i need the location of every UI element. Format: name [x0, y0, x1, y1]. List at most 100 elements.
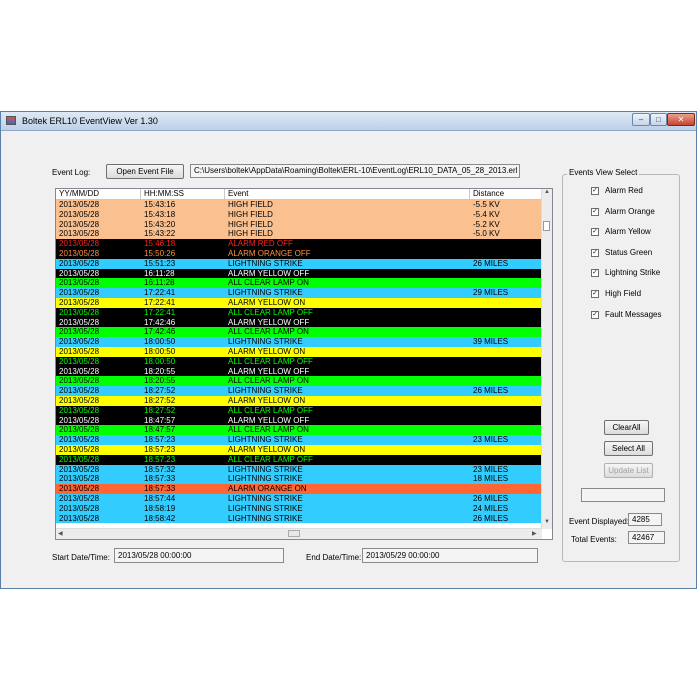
table-row[interactable]: 2013/05/28 15:43:20 HIGH FIELD -5.2 KV	[56, 219, 542, 230]
row-event: LIGHTNING STRIKE	[228, 337, 303, 347]
event-filter-label[interactable]: High Field	[605, 289, 641, 298]
scroll-left-icon[interactable]: ◀	[58, 530, 63, 537]
table-row[interactable]: 2013/05/28 15:46:18 ALARM RED OFF	[56, 239, 542, 249]
vertical-scroll-thumb[interactable]	[543, 221, 550, 231]
table-row[interactable]: 2013/05/28 15:43:18 HIGH FIELD -5.4 KV	[56, 209, 542, 220]
select-all-button[interactable]: Select All	[604, 441, 653, 456]
table-row[interactable]: 2013/05/28 18:00:50 ALL CLEAR LAMP OFF	[56, 356, 542, 367]
table-row[interactable]: 2013/05/28 18:58:19 LIGHTNING STRIKE 24 MIL…	[56, 503, 542, 514]
column-header-time[interactable]: HH:MM:SS	[141, 189, 225, 199]
clear-all-button[interactable]: ClearAll	[604, 420, 649, 435]
row-event: ALL CLEAR LAMP ON	[228, 327, 309, 337]
row-event: ALARM YELLOW OFF	[228, 366, 310, 376]
row-event: ALARM RED OFF	[228, 239, 293, 249]
table-row[interactable]: 2013/05/28 18:47:57 ALARM YELLOW OFF	[56, 415, 542, 426]
event-filter-label[interactable]: Alarm Yellow	[605, 227, 651, 236]
event-filter-label[interactable]: Alarm Red	[605, 186, 643, 195]
event-list[interactable]: YY/MM/DD HH:MM:SS Event Distance 2013/05…	[55, 188, 553, 540]
row-event: ALARM ORANGE ON	[228, 484, 307, 494]
row-event: LIGHTNING STRIKE	[228, 513, 303, 523]
scroll-up-icon[interactable]: ▲	[544, 189, 550, 195]
table-row[interactable]: 2013/05/28 16:11:28 ALARM YELLOW OFF	[56, 268, 542, 279]
start-datetime-field[interactable]: 2013/05/28 00:00:00	[114, 548, 284, 563]
close-icon[interactable]: ✕	[667, 113, 695, 126]
row-date: 2013/05/28	[59, 317, 100, 327]
table-row[interactable]: 2013/05/28 18:57:32 LIGHTNING STRIKE 23 MIL…	[56, 464, 542, 475]
row-distance: 18 MILES	[473, 474, 509, 484]
table-row[interactable]: 2013/05/28 18:20:55 ALARM YELLOW OFF	[56, 366, 542, 377]
table-row[interactable]: 2013/05/28 15:50:26 ALARM ORANGE OFF	[56, 249, 542, 259]
row-event: ALL CLEAR LAMP ON	[228, 376, 309, 386]
table-row[interactable]: 2013/05/28 17:42:46 ALL CLEAR LAMP ON	[56, 327, 542, 338]
row-time: 18:20:55	[144, 376, 176, 386]
row-date: 2013/05/28	[59, 307, 100, 317]
event-filter-checkbox[interactable]: ✓	[591, 310, 599, 319]
column-header-date[interactable]: YY/MM/DD	[56, 189, 141, 199]
vertical-scrollbar[interactable]: ▲ ▼	[541, 189, 552, 529]
event-filter-checkbox[interactable]: ✓	[591, 290, 599, 298]
event-filter-checkbox[interactable]: ✓	[591, 187, 599, 195]
row-date: 2013/05/28	[59, 454, 100, 464]
scroll-right-icon[interactable]: ▶	[532, 530, 537, 537]
horizontal-scrollbar[interactable]: ◀ ▶	[56, 528, 542, 539]
table-row[interactable]: 2013/05/28 18:27:52 ALARM YELLOW ON	[56, 396, 542, 406]
event-filter-checkbox[interactable]: ✓	[591, 269, 599, 278]
event-filter-label[interactable]: Fault Messages	[605, 310, 661, 319]
table-row[interactable]: 2013/05/28 18:27:52 ALL CLEAR LAMP OFF	[56, 405, 542, 416]
event-filter-checkbox[interactable]: ✓	[591, 228, 599, 237]
row-date: 2013/05/28	[59, 249, 100, 258]
table-row[interactable]: 2013/05/28 17:42:46 ALARM YELLOW OFF	[56, 317, 542, 328]
open-event-file-button[interactable]: Open Event File	[106, 164, 184, 179]
table-row[interactable]: 2013/05/28 18:58:42 LIGHTNING STRIKE 26 MIL…	[56, 513, 542, 524]
table-row[interactable]: 2013/05/28 18:00:50 ALARM YELLOW ON	[56, 347, 542, 357]
row-time: 17:22:41	[144, 307, 176, 317]
table-row[interactable]: 2013/05/28 18:57:23 ALL CLEAR LAMP OFF	[56, 454, 542, 465]
scroll-down-icon[interactable]: ▼	[544, 519, 550, 525]
table-row[interactable]: 2013/05/28 18:57:23 ALARM YELLOW ON	[56, 445, 542, 455]
table-row[interactable]: 2013/05/28 18:27:52 LIGHTNING STRIKE 26 MIL…	[56, 386, 542, 396]
table-row[interactable]: 2013/05/28 17:22:41 ALARM YELLOW ON	[56, 298, 542, 308]
events-displayed-label: Event Displayed:	[569, 517, 630, 526]
row-time: 15:43:16	[144, 200, 176, 209]
file-path-field[interactable]: C:\Users\boltek\AppData\Roaming\Boltek\E…	[190, 164, 520, 178]
table-row[interactable]: 2013/05/28 18:20:55 ALL CLEAR LAMP ON	[56, 376, 542, 387]
maximize-icon[interactable]: □	[650, 113, 667, 126]
table-row[interactable]: 2013/05/28 18:57:33 ALARM ORANGE ON	[56, 484, 542, 494]
end-datetime-label: End Date/Time:	[306, 553, 362, 562]
row-time: 18:20:55	[144, 366, 176, 376]
table-row[interactable]: 2013/05/28 15:51:23 LIGHTNING STRIKE 26 MIL…	[56, 258, 542, 269]
title-bar[interactable]: Boltek ERL10 EventView Ver 1.30 – □ ✕	[1, 112, 696, 131]
row-date: 2013/05/28	[59, 327, 100, 337]
list-header: YY/MM/DD HH:MM:SS Event Distance	[56, 189, 542, 200]
row-event: ALARM YELLOW ON	[228, 396, 306, 405]
event-filter-checkbox[interactable]: ✓	[591, 207, 599, 216]
table-row[interactable]: 2013/05/28 17:22:41 LIGHTNING STRIKE 29 MIL…	[56, 288, 542, 298]
column-header-event[interactable]: Event	[225, 189, 470, 199]
table-row[interactable]: 2013/05/28 18:00:50 LIGHTNING STRIKE 39 MIL…	[56, 337, 542, 347]
end-datetime-field[interactable]: 2013/05/29 00:00:00	[362, 548, 538, 563]
row-event: LIGHTNING STRIKE	[228, 258, 303, 268]
table-row[interactable]: 2013/05/28 16:11:28 ALL CLEAR LAMP ON	[56, 278, 542, 289]
row-time: 18:57:23	[144, 435, 176, 445]
row-event: LIGHTNING STRIKE	[228, 494, 303, 503]
table-row[interactable]: 2013/05/28 18:57:23 LIGHTNING STRIKE 23 MIL…	[56, 435, 542, 445]
update-list-button[interactable]: Update List	[604, 463, 653, 478]
table-row[interactable]: 2013/05/28 17:22:41 ALL CLEAR LAMP OFF	[56, 307, 542, 318]
row-date: 2013/05/28	[59, 474, 100, 484]
event-filter-label[interactable]: Lightning Strike	[605, 268, 660, 277]
event-filter-label[interactable]: Alarm Orange	[605, 207, 655, 216]
table-row[interactable]: 2013/05/28 18:57:33 LIGHTNING STRIKE 18 MIL…	[56, 474, 542, 485]
row-event: HIGH FIELD	[228, 219, 273, 229]
row-time: 18:00:50	[144, 356, 176, 366]
minimize-icon[interactable]: –	[632, 113, 650, 126]
events-displayed-value: 4285	[628, 513, 662, 526]
event-filter-checkbox[interactable]: ✓	[591, 248, 599, 257]
table-row[interactable]: 2013/05/28 15:43:16 HIGH FIELD -5.5 KV	[56, 200, 542, 210]
table-row[interactable]: 2013/05/28 18:57:44 LIGHTNING STRIKE 26 MIL…	[56, 494, 542, 504]
horizontal-scroll-thumb[interactable]	[288, 530, 300, 537]
column-header-distance[interactable]: Distance	[470, 189, 542, 199]
event-filter-label[interactable]: Status Green	[605, 248, 652, 257]
table-row[interactable]: 2013/05/28 15:43:22 HIGH FIELD -5.0 KV	[56, 229, 542, 240]
table-row[interactable]: 2013/05/28 18:47:57 ALL CLEAR LAMP ON	[56, 425, 542, 436]
events-view-title: Events View Select	[567, 168, 640, 177]
